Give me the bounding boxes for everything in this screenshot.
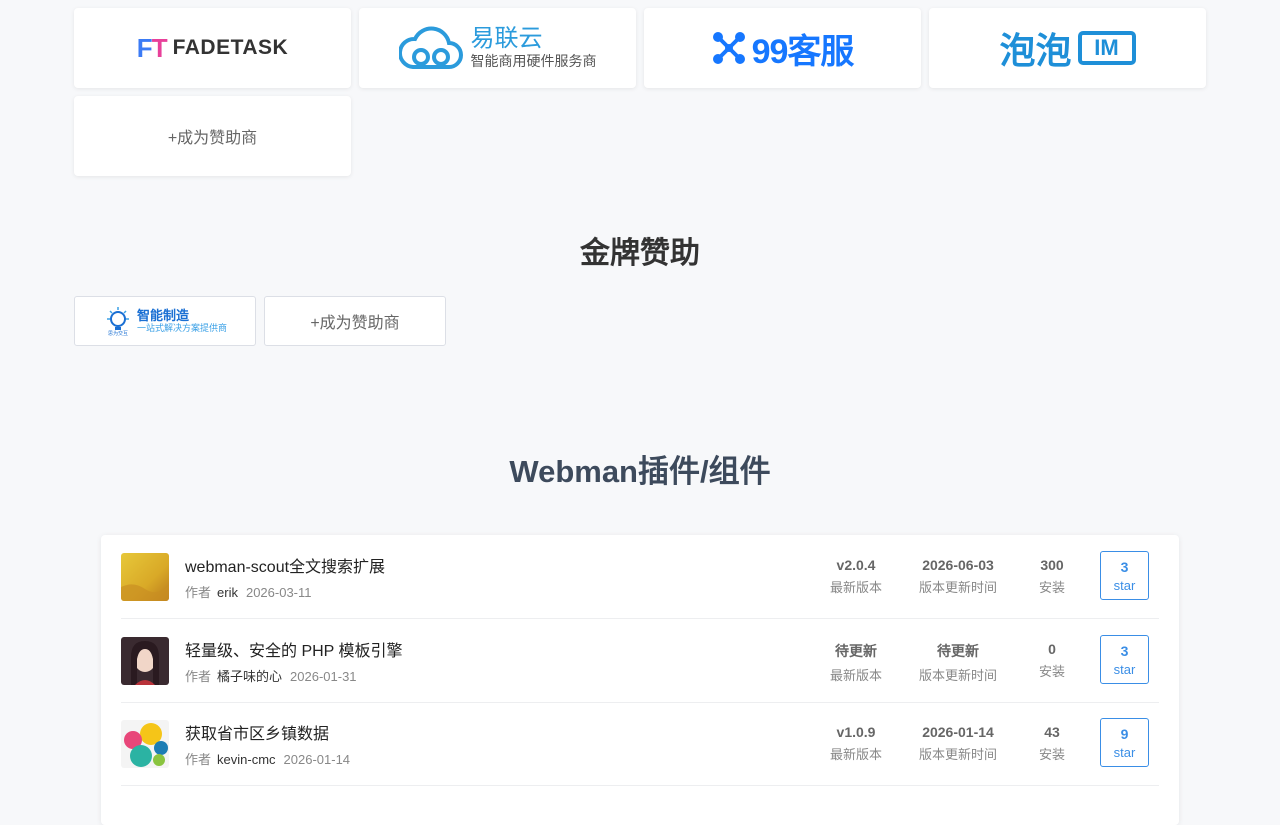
plugin-author[interactable]: erik <box>217 585 238 600</box>
sponsor-paopao[interactable]: 泡泡 IM <box>929 8 1206 88</box>
sponsor-fadetask[interactable]: FT FADETASK <box>74 8 351 88</box>
star-button[interactable]: 3 star <box>1100 551 1149 600</box>
become-sponsor-button[interactable]: +成为赞助商 <box>74 96 351 176</box>
gold-sponsor-title: 金牌赞助 <box>580 237 700 270</box>
yilianyun-logo: 易联云 智能商用硬件服务商 <box>398 25 597 71</box>
plugin-updated: 2026-01-14 版本更新时间 <box>918 724 997 762</box>
plugin-updated: 待更新 版本更新时间 <box>918 643 997 683</box>
star-button[interactable]: 9 star <box>1100 718 1149 767</box>
plugin-meta: 作者 erik 2026-03-11 <box>185 585 312 600</box>
plugin-updated: 2026-06-03 版本更新时间 <box>918 557 997 595</box>
plugin-name[interactable]: 获取省市区乡镇数据 <box>185 720 329 744</box>
plugin-installs: 0 安装 <box>1038 641 1065 679</box>
gold-sponsor-zhineng[interactable]: 思为交互 智能制造 一站式解决方案提供商 <box>74 296 256 346</box>
plugin-thumbnail[interactable] <box>121 720 169 768</box>
plugin-thumbnail[interactable] <box>121 637 169 685</box>
plugin-row[interactable]: webman-scout全文搜索扩展 作者 erik 2026-03-11 v2.0… <box>121 535 1159 619</box>
yilianyun-subtitle: 智能商用硬件服务商 <box>470 53 597 69</box>
gold-become-sponsor-button[interactable]: +成为赞助商 <box>264 296 446 346</box>
cloud-icon <box>398 26 463 69</box>
plugin-meta: 作者 橘子味的心 2026-01-31 <box>185 669 357 684</box>
plugin-version: v2.0.4 最新版本 <box>829 557 882 595</box>
sponsor-99kefu[interactable]: 99客服 <box>644 8 921 88</box>
im-badge: IM <box>1077 31 1136 65</box>
plugins-title: Webman插件/组件 <box>509 454 771 489</box>
plugin-installs: 300 安装 <box>1038 557 1065 595</box>
plugin-version: 待更新 最新版本 <box>829 643 882 683</box>
plugin-version: v1.0.9 最新版本 <box>829 724 882 762</box>
plugin-list: webman-scout全文搜索扩展 作者 erik 2026-03-11 v2.0… <box>101 535 1179 825</box>
bulb-icon: 思为交互 <box>106 307 129 336</box>
99kefu-logo: 99客服 <box>712 24 854 73</box>
plugin-row[interactable]: 轻量级、安全的 PHP 模板引擎 作者 橘子味的心 2026-01-31 待更新 最新… <box>121 619 1159 703</box>
network-icon <box>712 32 745 64</box>
plugin-name[interactable]: 轻量级、安全的 PHP 模板引擎 <box>185 637 403 661</box>
zhineng-logo: 思为交互 智能制造 一站式解决方案提供商 <box>103 306 227 336</box>
fadetask-logo: FT FADETASK <box>136 32 289 63</box>
sponsor-yilianyun[interactable]: 易联云 智能商用硬件服务商 <box>359 8 636 88</box>
plugin-row[interactable]: 获取省市区乡镇数据 作者 kevin-cmc 2026-01-14 v1.0.9 最新… <box>121 702 1159 786</box>
plugin-meta: 作者 kevin-cmc 2026-01-14 <box>185 752 351 767</box>
plugin-installs: 43 安装 <box>1038 724 1065 762</box>
plugin-author[interactable]: kevin-cmc <box>217 752 276 767</box>
plugin-name[interactable]: webman-scout全文搜索扩展 <box>185 553 385 577</box>
plugin-thumbnail[interactable] <box>121 553 169 601</box>
zhineng-small-label: 思为交互 <box>108 330 128 336</box>
star-button[interactable]: 3 star <box>1100 635 1149 684</box>
plugin-author[interactable]: 橘子味的心 <box>217 669 282 684</box>
paopao-logo: 泡泡 IM <box>999 22 1136 74</box>
yilianyun-title: 易联云 <box>470 25 543 52</box>
